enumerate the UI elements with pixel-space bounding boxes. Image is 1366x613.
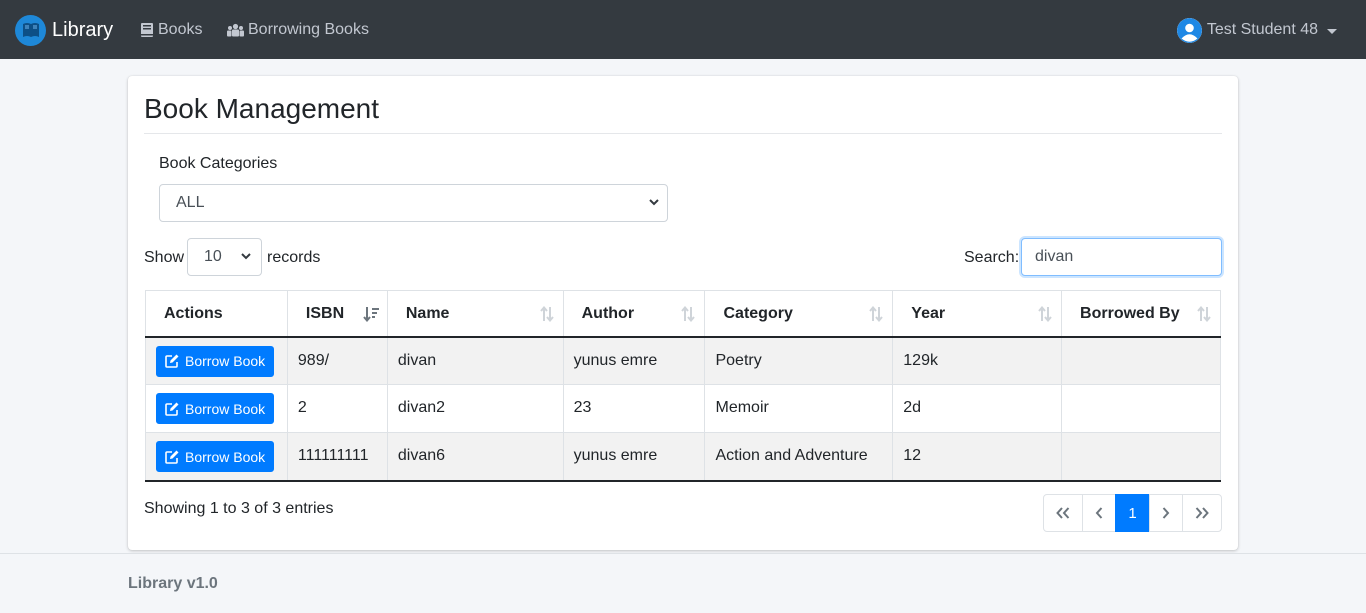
borrowed-by-cell xyxy=(1061,384,1221,433)
author-cell: yunus emre xyxy=(562,336,706,385)
user-avatar-icon xyxy=(1176,17,1202,43)
sort-icon xyxy=(1038,306,1052,322)
user-dropdown[interactable]: Test Student 48 xyxy=(1176,16,1337,44)
table-header-row: Actions ISBN Name Author Category Year B… xyxy=(145,290,1221,338)
double-chevron-left-icon xyxy=(1056,507,1070,519)
name-cell: divan6 xyxy=(386,432,564,482)
book-icon xyxy=(141,23,153,37)
chevron-down-icon xyxy=(649,199,659,206)
page-length-value: 10 xyxy=(204,248,222,265)
sort-desc-icon xyxy=(363,307,379,322)
page-footer: Library v1.0 xyxy=(0,553,1366,613)
books-table: Actions ISBN Name Author Category Year B… xyxy=(145,290,1221,482)
search-input[interactable] xyxy=(1021,238,1222,276)
show-label: Show xyxy=(144,249,185,266)
isbn-cell: 2 xyxy=(286,384,388,433)
category-cell: Action and Adventure xyxy=(704,432,894,482)
pagination: 1 xyxy=(1043,494,1222,532)
table-row: Borrow Book 989/ divan yunus emre Poetry… xyxy=(145,336,1221,385)
double-chevron-right-icon xyxy=(1195,507,1209,519)
records-label: records xyxy=(267,249,321,266)
category-cell: Poetry xyxy=(704,336,894,385)
chevron-right-icon xyxy=(1162,507,1170,519)
category-select[interactable]: ALL xyxy=(159,184,668,222)
top-navbar: Library Books Borrowing Books Test Stude… xyxy=(0,0,1366,59)
edit-icon xyxy=(165,450,179,464)
author-cell: 23 xyxy=(562,384,706,433)
col-name[interactable]: Name xyxy=(386,290,564,338)
category-selected-value: ALL xyxy=(176,194,205,211)
prev-page-button[interactable] xyxy=(1082,494,1116,532)
next-page-button[interactable] xyxy=(1149,494,1183,532)
page-title: Book Management xyxy=(144,93,380,124)
people-icon xyxy=(227,23,244,37)
table-row: Borrow Book 111111111 divan6 yunus emre … xyxy=(145,432,1221,482)
borrow-book-button[interactable]: Borrow Book xyxy=(156,441,275,472)
col-actions: Actions xyxy=(145,290,288,338)
nav-books-label: Books xyxy=(158,21,203,38)
first-page-button[interactable] xyxy=(1043,494,1083,532)
category-label: Book Categories xyxy=(159,155,278,172)
nav-borrowing-books[interactable]: Borrowing Books xyxy=(227,18,369,42)
category-cell: Memoir xyxy=(704,384,894,433)
chevron-left-icon xyxy=(1095,507,1103,519)
borrow-book-button[interactable]: Borrow Book xyxy=(156,393,275,424)
nav-borrowing-label: Borrowing Books xyxy=(248,21,369,38)
author-cell: yunus emre xyxy=(562,432,706,482)
borrowed-by-cell xyxy=(1061,336,1221,385)
title-divider xyxy=(144,133,1222,134)
sort-icon xyxy=(681,306,696,322)
actions-cell: Borrow Book xyxy=(145,432,288,482)
col-isbn[interactable]: ISBN xyxy=(286,290,388,338)
last-page-button[interactable] xyxy=(1182,494,1222,532)
edit-icon xyxy=(165,402,179,416)
nav-books[interactable]: Books xyxy=(140,18,202,42)
page-button-current[interactable]: 1 xyxy=(1115,494,1150,532)
user-name: Test Student 48 xyxy=(1206,21,1318,38)
table-row: Borrow Book 2 divan2 23 Memoir 2d xyxy=(145,384,1221,433)
brand-link[interactable]: Library xyxy=(15,14,113,46)
library-logo-icon xyxy=(15,14,46,46)
col-year[interactable]: Year xyxy=(892,290,1063,338)
col-category[interactable]: Category xyxy=(704,290,894,338)
table-info: Showing 1 to 3 of 3 entries xyxy=(144,500,334,517)
year-cell: 129k xyxy=(892,336,1063,385)
actions-cell: Borrow Book xyxy=(145,384,288,433)
brand-name: Library xyxy=(52,18,114,41)
borrowed-by-cell xyxy=(1061,432,1221,482)
actions-cell: Borrow Book xyxy=(145,336,288,385)
page-length-select[interactable]: 10 xyxy=(187,238,262,276)
sort-icon xyxy=(539,306,554,322)
edit-icon xyxy=(165,354,179,368)
sort-icon xyxy=(1197,306,1211,322)
col-author[interactable]: Author xyxy=(562,290,706,338)
year-cell: 12 xyxy=(892,432,1063,482)
book-management-card: Book Management Book Categories ALL Show… xyxy=(128,76,1238,550)
col-borrowed-by[interactable]: Borrowed By xyxy=(1061,290,1221,338)
name-cell: divan2 xyxy=(386,384,564,433)
search-label: Search: xyxy=(964,249,1020,266)
chevron-down-icon xyxy=(241,253,251,260)
caret-down-icon xyxy=(1327,28,1337,34)
sort-icon xyxy=(869,306,884,322)
year-cell: 2d xyxy=(892,384,1063,433)
isbn-cell: 111111111 xyxy=(286,432,388,482)
footer-version: Library v1.0 xyxy=(128,575,218,592)
name-cell: divan xyxy=(386,336,564,385)
isbn-cell: 989/ xyxy=(286,336,388,385)
borrow-book-button[interactable]: Borrow Book xyxy=(156,345,275,377)
